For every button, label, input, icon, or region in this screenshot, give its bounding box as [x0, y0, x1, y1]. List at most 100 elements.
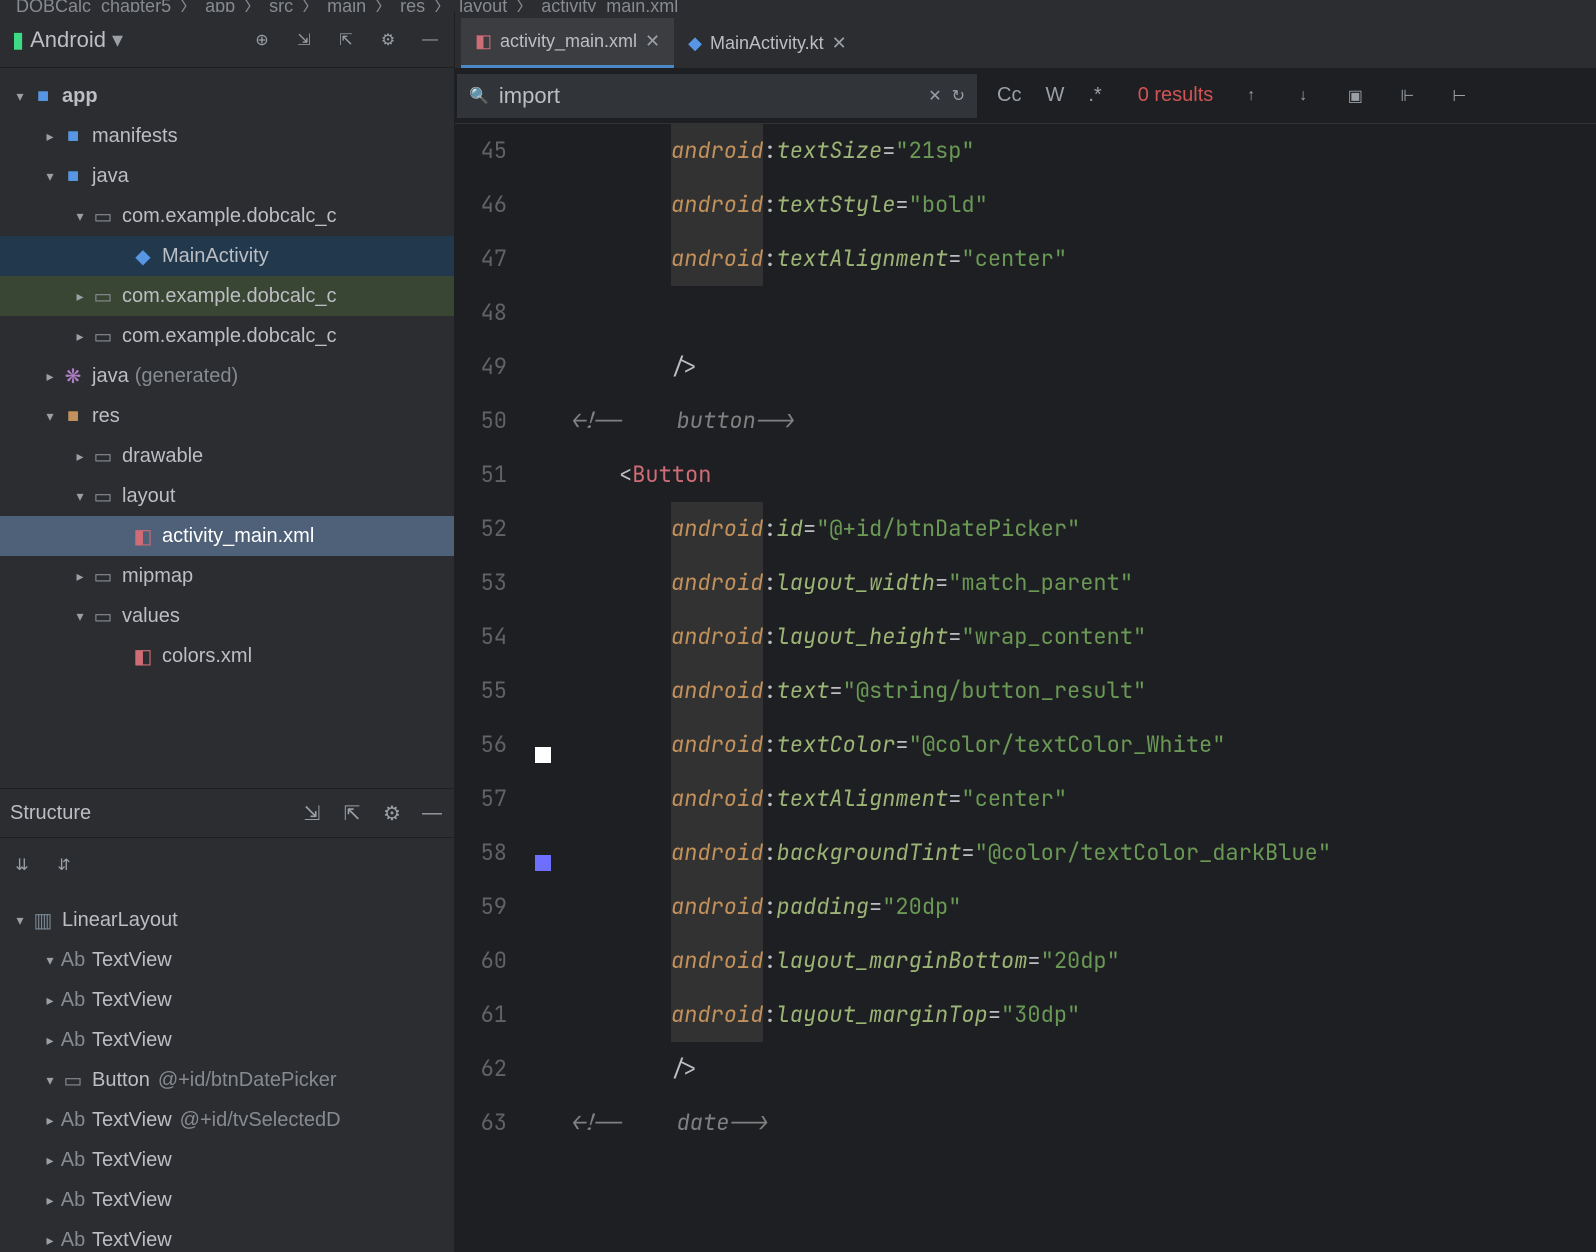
remove-selection-icon[interactable]: ⊢: [1447, 84, 1471, 108]
line-number[interactable]: 46: [455, 178, 507, 232]
history-icon[interactable]: ↻: [952, 86, 965, 106]
code-line[interactable]: android:textAlignment="center": [567, 772, 1596, 826]
code-line[interactable]: android:textAlignment="center": [567, 232, 1596, 286]
code-line[interactable]: />: [567, 1042, 1596, 1096]
tree-res[interactable]: ▾ ■ res: [0, 396, 454, 436]
line-number[interactable]: 53: [455, 556, 507, 610]
tree-java[interactable]: ▾ ■ java: [0, 156, 454, 196]
code-line[interactable]: android:backgroundTint="@color/textColor…: [567, 826, 1596, 880]
structure-tv6[interactable]: ▸ Ab TextView: [0, 1180, 454, 1220]
line-number[interactable]: 45: [455, 124, 507, 178]
line-number[interactable]: 50: [455, 394, 507, 448]
line-number[interactable]: 62: [455, 1042, 507, 1096]
code-line[interactable]: [567, 286, 1596, 340]
editor-tab[interactable]: ◆MainActivity.kt✕: [674, 18, 861, 68]
code-line[interactable]: android:textStyle="bold": [567, 178, 1596, 232]
tree-drawable[interactable]: ▸ ▭ drawable: [0, 436, 454, 476]
color-swatch-white-icon[interactable]: [535, 747, 551, 763]
code-line[interactable]: <!-- date-->: [567, 1096, 1596, 1150]
breadcrumb[interactable]: DOBCalc_chapter5〉app〉src〉main〉res〉layout…: [0, 0, 1596, 12]
structure-root[interactable]: ▾ ▥ LinearLayout: [0, 900, 454, 940]
line-number[interactable]: 63: [455, 1096, 507, 1150]
tree-values[interactable]: ▾ ▭ values: [0, 596, 454, 636]
code-line[interactable]: <!-- button-->: [567, 394, 1596, 448]
structure-tv5[interactable]: ▸ Ab TextView: [0, 1140, 454, 1180]
code-line[interactable]: android:text="@string/button_result": [567, 664, 1596, 718]
clear-icon[interactable]: ✕: [928, 86, 941, 106]
tree-manifests[interactable]: ▸ ■ manifests: [0, 116, 454, 156]
editor-tab[interactable]: ◧activity_main.xml✕: [461, 18, 674, 68]
line-gutter[interactable]: 45464748495051525354555657585960616263: [455, 124, 519, 1252]
collapse-all-icon[interactable]: ⇱: [340, 801, 364, 825]
line-number[interactable]: 59: [455, 880, 507, 934]
code-line[interactable]: android:id="@+id/btnDatePicker": [567, 502, 1596, 556]
color-swatch-blue-icon[interactable]: [535, 855, 551, 871]
line-number[interactable]: 61: [455, 988, 507, 1042]
close-icon[interactable]: ✕: [645, 31, 660, 52]
tree-pkg3[interactable]: ▸ ▭ com.example.dobcalc_c: [0, 316, 454, 356]
tree-main-activity[interactable]: ◆ MainActivity: [0, 236, 454, 276]
select-all-icon[interactable]: ▣: [1343, 84, 1367, 108]
code-line[interactable]: android:layout_marginBottom="20dp": [567, 934, 1596, 988]
line-number[interactable]: 56: [455, 718, 507, 772]
line-number[interactable]: 52: [455, 502, 507, 556]
line-number[interactable]: 58: [455, 826, 507, 880]
line-number[interactable]: 57: [455, 772, 507, 826]
line-number[interactable]: 47: [455, 232, 507, 286]
sort-icon[interactable]: ⇊: [10, 853, 34, 877]
tree-app[interactable]: ▾ ■ app: [0, 76, 454, 116]
gear-icon[interactable]: ⚙: [380, 801, 404, 825]
expand-all-icon[interactable]: ⇲: [300, 801, 324, 825]
line-number[interactable]: 51: [455, 448, 507, 502]
code-editor[interactable]: 45464748495051525354555657585960616263 a…: [455, 124, 1596, 1252]
tree-mipmap[interactable]: ▸ ▭ mipmap: [0, 556, 454, 596]
breadcrumb-item[interactable]: DOBCalc_chapter5: [16, 0, 171, 12]
tree-colors-xml[interactable]: ◧ colors.xml: [0, 636, 454, 676]
structure-tv2[interactable]: ▸ Ab TextView: [0, 980, 454, 1020]
breadcrumb-item[interactable]: activity_main.xml: [541, 0, 678, 12]
tree-activity-main[interactable]: ◧ activity_main.xml: [0, 516, 454, 556]
line-number[interactable]: 54: [455, 610, 507, 664]
match-case-toggle[interactable]: Cc: [997, 84, 1021, 107]
add-selection-icon[interactable]: ⊩: [1395, 84, 1419, 108]
code-line[interactable]: android:layout_width="match_parent": [567, 556, 1596, 610]
tree-pkg2[interactable]: ▸ ▭ com.example.dobcalc_c: [0, 276, 454, 316]
code-line[interactable]: android:layout_marginTop="30dp": [567, 988, 1596, 1042]
breadcrumb-item[interactable]: src: [269, 0, 293, 12]
collapse-all-icon[interactable]: ⇱: [334, 28, 358, 52]
close-icon[interactable]: ✕: [832, 33, 847, 54]
breadcrumb-item[interactable]: app: [205, 0, 235, 12]
code-line[interactable]: <Button: [567, 448, 1596, 502]
expand-all-icon[interactable]: ⇲: [292, 28, 316, 52]
line-number[interactable]: 60: [455, 934, 507, 988]
structure-tv3[interactable]: ▸ Ab TextView: [0, 1020, 454, 1060]
minimize-icon[interactable]: —: [420, 801, 444, 825]
words-toggle[interactable]: W: [1045, 84, 1064, 107]
project-tree[interactable]: ▾ ■ app ▸ ■ manifests ▾ ■ java ▾ ▭ com.e…: [0, 68, 454, 788]
structure-tv7[interactable]: ▸ Ab TextView: [0, 1220, 454, 1252]
code-line[interactable]: android:textSize="21sp": [567, 124, 1596, 178]
minimize-icon[interactable]: —: [418, 28, 442, 52]
structure-tv4[interactable]: ▸ Ab TextView @+id/tvSelectedD: [0, 1100, 454, 1140]
tree-layout[interactable]: ▾ ▭ layout: [0, 476, 454, 516]
code-content[interactable]: android:textSize="21sp"android:textStyle…: [567, 124, 1596, 1252]
structure-tree[interactable]: ▾ ▥ LinearLayout ▾ Ab TextView ▸ Ab Text…: [0, 892, 454, 1252]
tree-java-gen[interactable]: ▸ ❋ java (generated): [0, 356, 454, 396]
project-view-selector[interactable]: ▮ Android ▾: [12, 27, 123, 53]
regex-toggle[interactable]: .*: [1088, 84, 1101, 107]
line-number[interactable]: 49: [455, 340, 507, 394]
tree-pkg1[interactable]: ▾ ▭ com.example.dobcalc_c: [0, 196, 454, 236]
code-line[interactable]: android:padding="20dp": [567, 880, 1596, 934]
code-line[interactable]: android:textColor="@color/textColor_Whit…: [567, 718, 1596, 772]
breadcrumb-item[interactable]: layout: [459, 0, 507, 12]
filter-icon[interactable]: ⇵: [52, 853, 76, 877]
find-input[interactable]: [499, 83, 918, 109]
line-number[interactable]: 55: [455, 664, 507, 718]
code-line[interactable]: android:layout_height="wrap_content": [567, 610, 1596, 664]
breadcrumb-item[interactable]: res: [400, 0, 425, 12]
structure-tv1[interactable]: ▾ Ab TextView: [0, 940, 454, 980]
breadcrumb-item[interactable]: main: [327, 0, 366, 12]
prev-match-icon[interactable]: ↑: [1239, 84, 1263, 108]
next-match-icon[interactable]: ↓: [1291, 84, 1315, 108]
code-line[interactable]: />: [567, 340, 1596, 394]
